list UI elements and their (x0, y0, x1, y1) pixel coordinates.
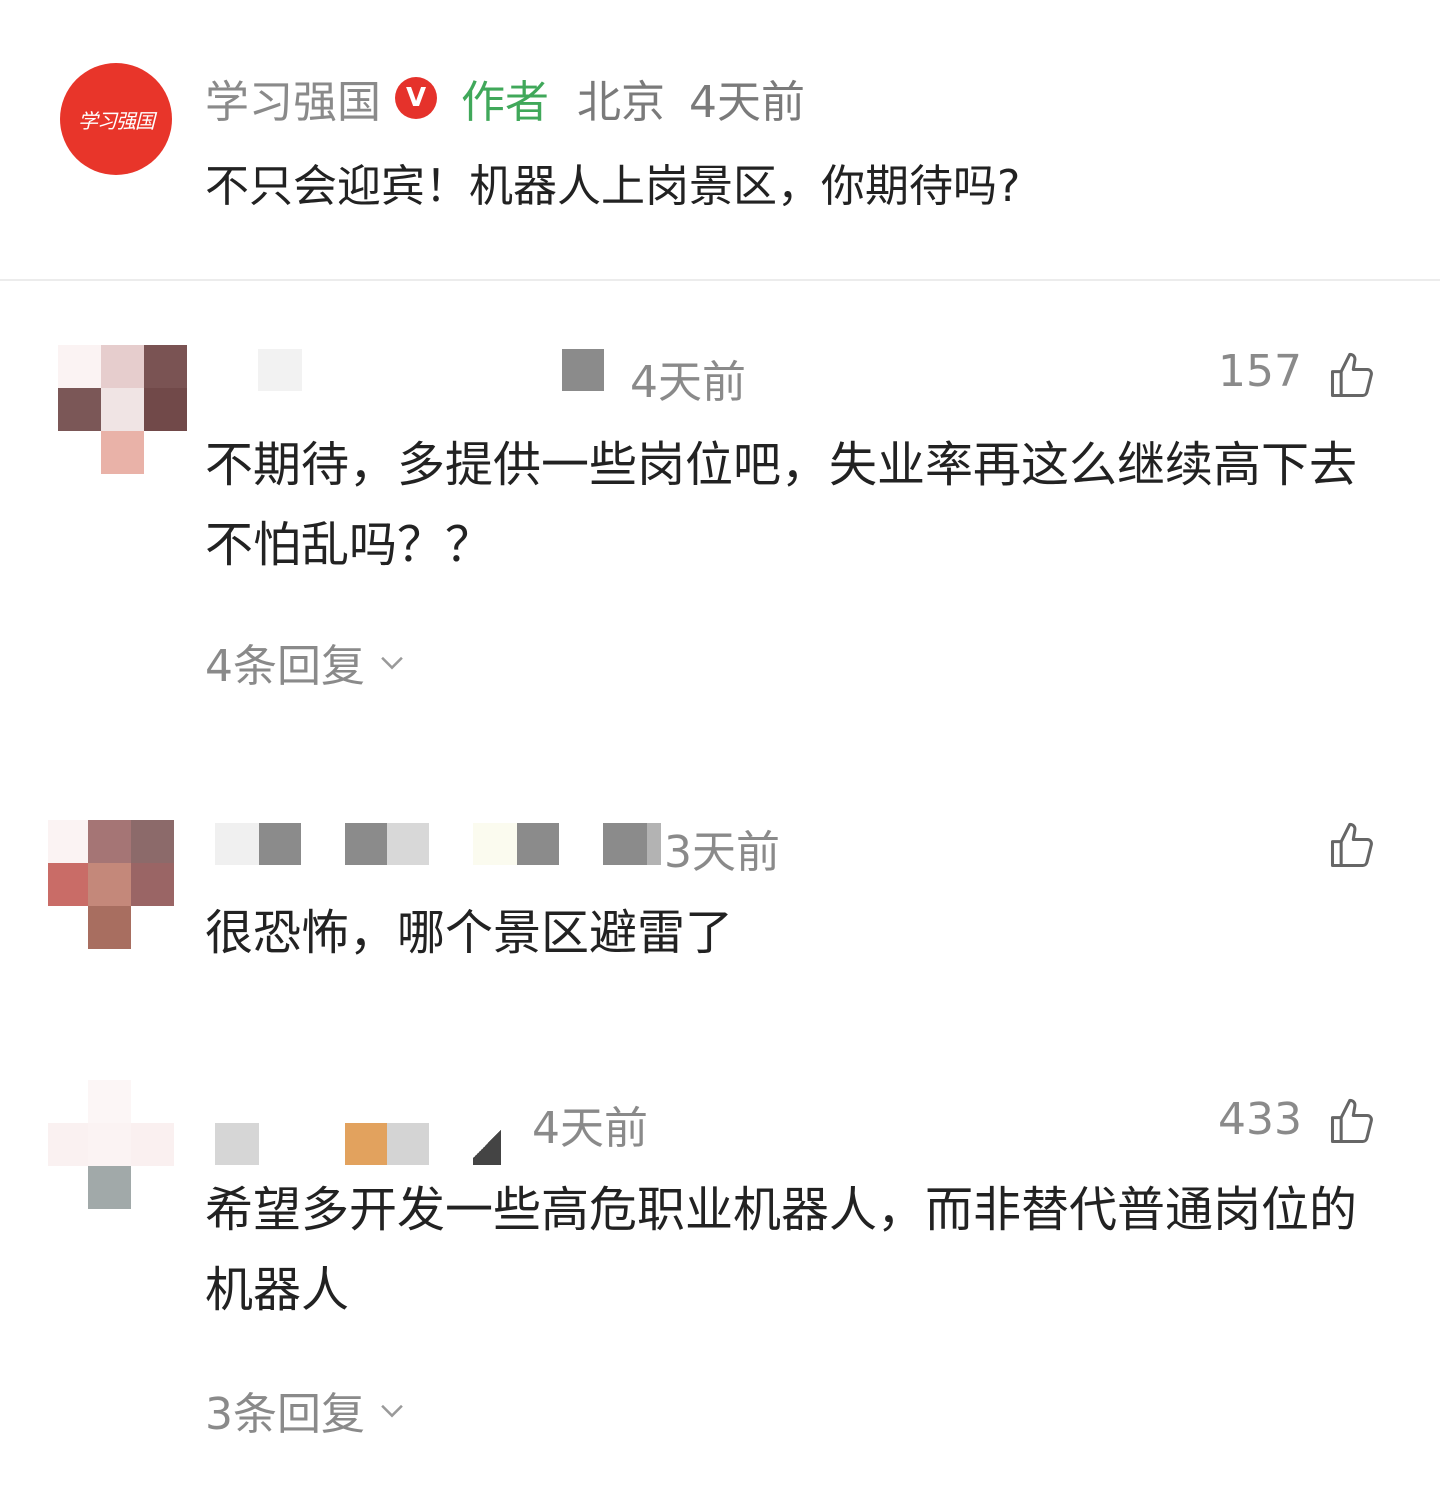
comment-time: 4天前 (630, 357, 746, 408)
replies-count: 3条回复 (205, 1389, 365, 1440)
thumbs-up-icon[interactable] (1326, 820, 1378, 872)
comment-avatar[interactable] (48, 1080, 174, 1209)
comment-time: 3天前 (664, 827, 780, 878)
verified-badge-icon: V (395, 77, 437, 119)
comment-text: 不期待，多提供一些岗位吧，失业率再这么继续高下去不怕乱吗？？ (205, 437, 1358, 573)
post-location: 北京 (577, 77, 665, 128)
post-time: 4天前 (689, 77, 805, 128)
comment-replies-toggle[interactable]: 3条回复 (205, 1378, 409, 1442)
chevron-down-icon (365, 645, 409, 679)
comment-like-count: 157 (1218, 346, 1302, 397)
comment-username-redacted[interactable] (215, 822, 661, 866)
divider (0, 279, 1440, 281)
comment-text: 希望多开发一些高危职业机器人，而非替代普通岗位的机器人 (205, 1182, 1358, 1318)
comment-avatar[interactable] (48, 820, 174, 949)
chevron-down-icon (365, 1393, 409, 1427)
avatar-logo: 学习强国 (78, 108, 155, 133)
comment-replies-toggle[interactable]: 4条回复 (205, 630, 409, 694)
comment-text: 很恐怖，哪个景区避雷了 (205, 905, 734, 961)
comment-time: 4天前 (532, 1103, 648, 1154)
comment-like-count: 433 (1218, 1094, 1302, 1145)
author-tag: 作者 (461, 77, 549, 128)
post-title[interactable]: 不只会迎宾！机器人上岗景区，你期待吗? (205, 150, 1020, 214)
comment-avatar[interactable] (58, 345, 187, 474)
post-author-name[interactable]: 学习强国 (205, 66, 381, 130)
replies-count: 4条回复 (205, 641, 365, 692)
post-author-avatar[interactable]: 学习强国 (60, 63, 172, 175)
comment-username-redacted[interactable] (258, 348, 604, 392)
thumbs-up-icon[interactable] (1326, 1096, 1378, 1148)
comment-username-redacted[interactable] (215, 1122, 501, 1166)
post-meta-row: 学习强国 V 作者 北京 4天前 (205, 68, 805, 128)
thumbs-up-icon[interactable] (1326, 350, 1378, 402)
